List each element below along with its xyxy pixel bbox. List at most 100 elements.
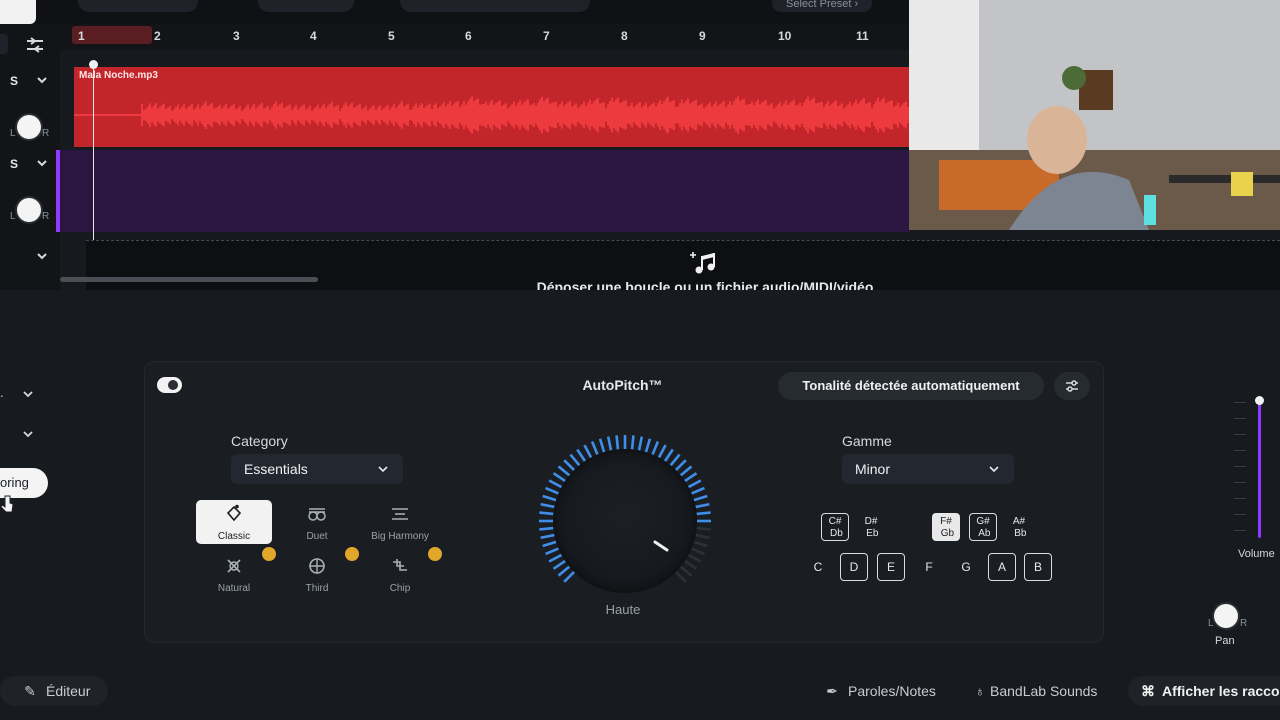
key-f[interactable]: F (915, 553, 943, 581)
menu-tab[interactable] (0, 0, 36, 24)
key-d[interactable]: D (840, 553, 868, 581)
volume-tick (1234, 482, 1246, 483)
key-b[interactable]: B (1024, 553, 1052, 581)
lyrics-notes-button[interactable]: ✒ Paroles/Notes (810, 676, 960, 706)
pan-left-label: L (10, 128, 16, 139)
duet-icon (308, 508, 326, 521)
pan-left-label: L (1208, 618, 1214, 629)
sounds-label: BandLab Sounds (990, 683, 1098, 699)
key-a-sharp[interactable]: A# Bb (1005, 513, 1033, 541)
pan-label: Pan (1215, 635, 1235, 647)
key-top-label: A# (1012, 516, 1026, 527)
preset-third[interactable]: Third (279, 552, 355, 596)
scale-value: Minor (855, 461, 891, 477)
volume-fader[interactable] (1258, 400, 1261, 538)
solo-button[interactable]: S (10, 157, 18, 171)
key-c[interactable]: C (804, 553, 832, 581)
chevron-down-icon (989, 466, 999, 473)
knob-tick (696, 511, 711, 516)
knob-tick (695, 533, 710, 540)
left-dropdown[interactable] (0, 421, 46, 449)
chevron-down-icon[interactable] (34, 248, 50, 269)
knob-tick (539, 511, 554, 516)
track-header-column (0, 24, 60, 290)
ruler-number: 11 (856, 29, 869, 43)
key-bottom-label: Bb (1014, 528, 1027, 539)
key-top-label: D# (864, 516, 878, 527)
key-a[interactable]: A (988, 553, 1016, 581)
select-preset-button[interactable]: Select Preset › (772, 0, 873, 12)
sliders-icon (1066, 380, 1078, 392)
horizontal-scrollbar[interactable] (60, 277, 318, 282)
preset-big-harmony[interactable]: Big Harmony (362, 500, 438, 544)
empty-track-lane[interactable] (60, 150, 910, 232)
effect-title: AutoPitch™ (582, 377, 663, 393)
ruler-number: 1 (78, 29, 85, 43)
track-color-accent (56, 150, 60, 232)
key-bottom-label: Db (829, 528, 843, 539)
monitoring-label: oring (0, 475, 29, 490)
ruler-number: 7 (543, 29, 550, 43)
select-preset-label: Select Preset (786, 0, 852, 10)
pan-knob[interactable] (17, 198, 41, 222)
key-bottom-label: Gb (940, 528, 955, 539)
toolbar-pill[interactable] (78, 0, 198, 12)
volume-tick (1234, 418, 1246, 419)
key-g-sharp[interactable]: G# Ab (969, 513, 997, 541)
editor-button[interactable]: ✎ Éditeur (0, 676, 108, 706)
category-dropdown[interactable]: Essentials (231, 454, 403, 484)
chevron-down-icon[interactable] (34, 155, 50, 176)
pan-knob[interactable] (1214, 604, 1238, 628)
automation-icon[interactable] (24, 34, 46, 61)
volume-tick (1234, 402, 1246, 403)
key-g[interactable]: G (952, 553, 980, 581)
ruler-number: 9 (699, 29, 706, 43)
preset-label: Duet (306, 531, 328, 542)
pan-right-label: R (42, 128, 50, 139)
volume-fader-handle[interactable] (1255, 396, 1264, 405)
key-f-sharp[interactable]: F# Gb (932, 513, 960, 541)
preset-duet[interactable]: Duet (279, 500, 355, 544)
key-top-label: F# (940, 516, 952, 527)
cursor-icon (0, 494, 16, 519)
key-d-sharp[interactable]: D# Eb (857, 513, 885, 541)
volume-tick (1234, 466, 1246, 467)
preset-natural[interactable]: Natural (196, 552, 272, 596)
knob-tick (696, 526, 711, 531)
ruler-number: 4 (310, 29, 317, 43)
pan-knob[interactable] (17, 115, 41, 139)
preset-classic[interactable]: Classic (196, 500, 272, 544)
auto-key-detect-button[interactable]: Tonalité détectée automatiquement (778, 372, 1044, 400)
toolbar-pill[interactable] (258, 0, 354, 12)
knob-label: Haute (605, 602, 641, 617)
volume-tick (1234, 498, 1246, 499)
transport-controls[interactable] (400, 0, 590, 12)
tuning-fork-icon (226, 504, 242, 522)
audio-clip[interactable] (73, 67, 910, 147)
scale-dropdown[interactable]: Minor (842, 454, 1014, 484)
command-icon: ⌘ (1141, 683, 1155, 699)
preset-chip[interactable]: Chip (362, 552, 438, 596)
pan-left-label: L (10, 211, 16, 222)
chip-icon (393, 559, 407, 571)
key-e[interactable]: E (877, 553, 905, 581)
ruler-number: 3 (233, 29, 240, 43)
bandlab-sounds-button[interactable]: ♁ BandLab Sounds (962, 676, 1118, 706)
effect-power-toggle[interactable] (157, 377, 182, 393)
ruler-number: 2 (154, 29, 161, 43)
show-shortcuts-button[interactable]: ⌘ Afficher les raccou (1128, 676, 1280, 706)
key-c-sharp[interactable]: C# Db (821, 513, 849, 541)
category-value: Essentials (244, 461, 308, 477)
left-dropdown[interactable]: . (0, 381, 46, 409)
knob-tick (615, 435, 620, 450)
key-top-label: G# (976, 516, 990, 527)
volume-tick (1234, 450, 1246, 451)
back-button[interactable] (0, 34, 8, 54)
solo-button[interactable]: S (10, 74, 18, 88)
clip-name: Mala Noche.mp3 (79, 70, 158, 81)
chevron-down-icon[interactable] (34, 72, 50, 93)
feather-icon: ✒ (826, 683, 838, 699)
pitch-strength-knob[interactable] (553, 449, 697, 593)
effect-settings-button[interactable] (1054, 372, 1090, 400)
volume-tick (1234, 434, 1246, 435)
